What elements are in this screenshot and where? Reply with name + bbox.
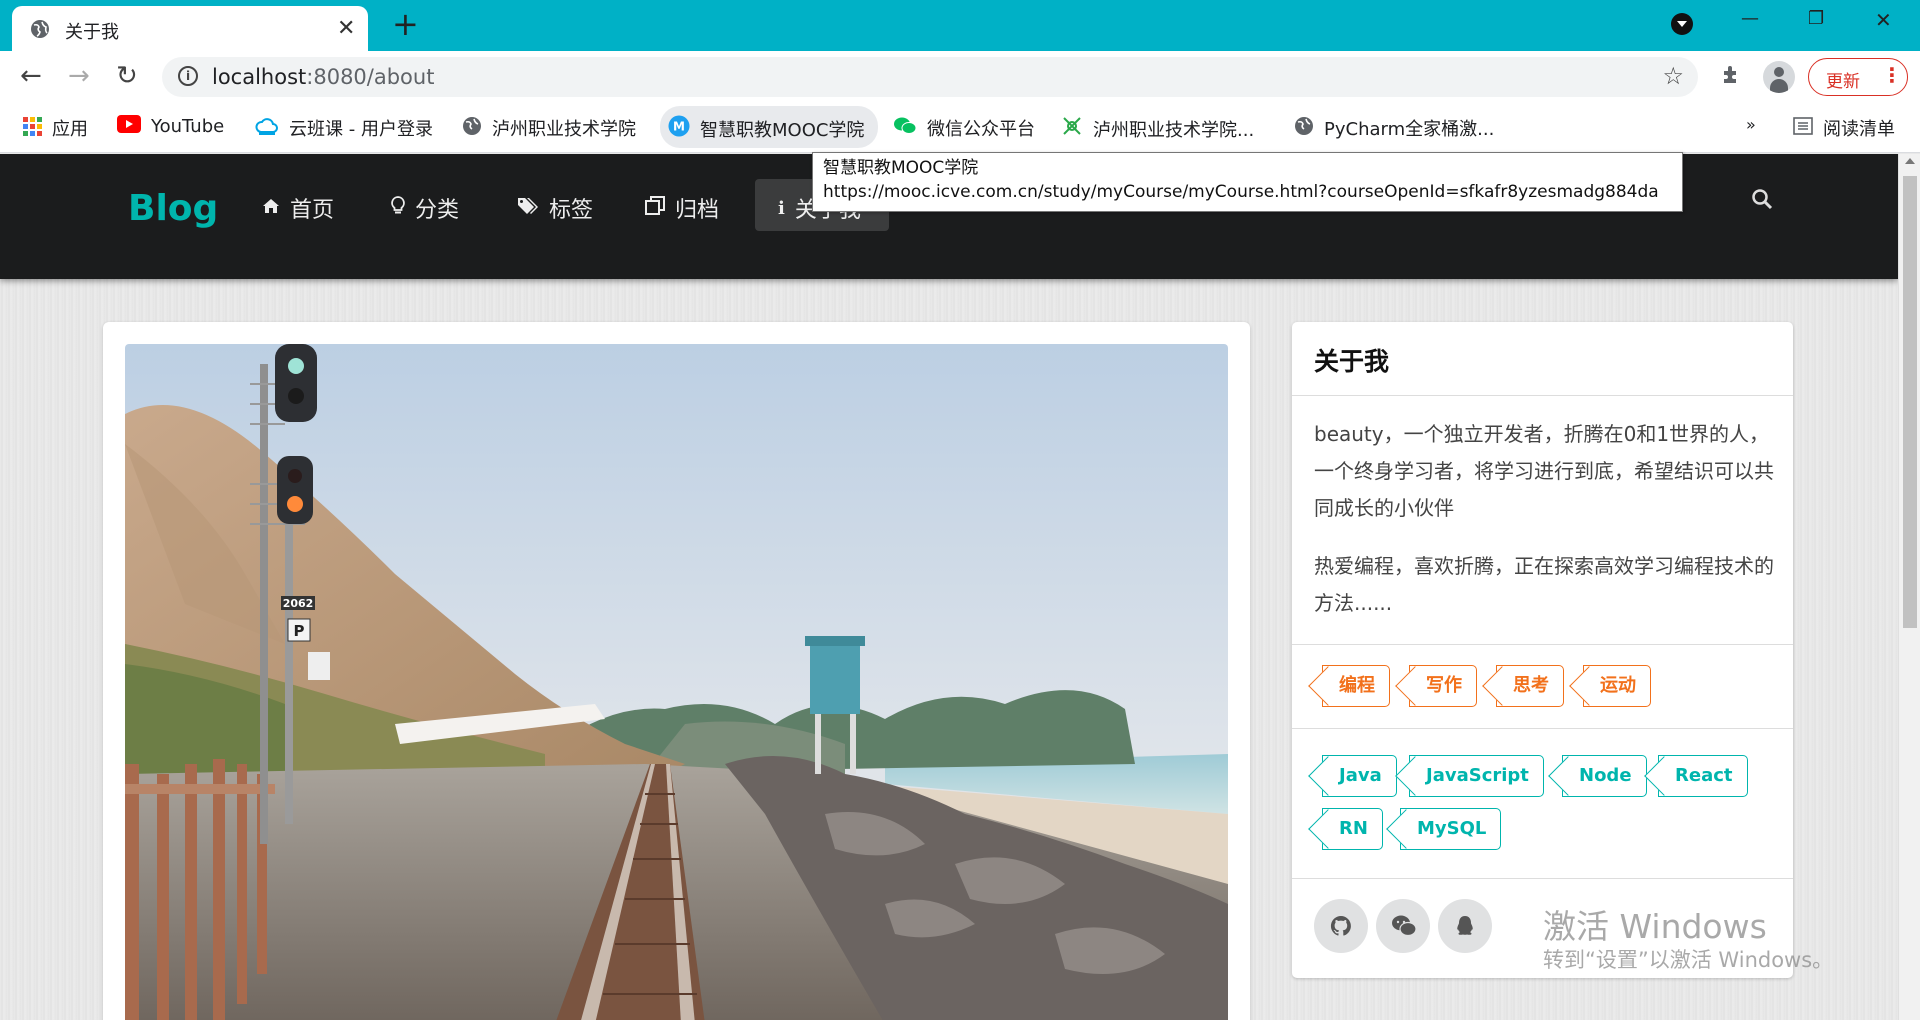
new-tab-icon[interactable]: + <box>392 6 419 42</box>
close-tab-icon[interactable]: ✕ <box>337 16 355 41</box>
about-photo: 2062 P <box>125 344 1228 1020</box>
page-scrollbar[interactable] <box>1898 154 1920 1020</box>
apps-grid-icon <box>22 116 42 141</box>
tag-node[interactable]: Node <box>1562 755 1647 797</box>
tag-thinking[interactable]: 思考 <box>1496 665 1564 707</box>
clone-icon <box>645 195 665 221</box>
svg-text:2062: 2062 <box>283 597 314 610</box>
tag-writing[interactable]: 写作 <box>1409 665 1477 707</box>
menu-kebab-icon: ⋮ <box>1882 63 1902 87</box>
tag-javascript[interactable]: JavaScript <box>1409 755 1544 797</box>
about-title: 关于我 <box>1314 347 1390 376</box>
info-icon: i <box>778 197 785 219</box>
bookmark-tooltip: 智慧职教MOOC学院 https://mooc.icve.com.cn/stud… <box>812 152 1683 212</box>
school-icon <box>1061 115 1083 142</box>
lightbulb-icon <box>391 195 405 221</box>
about-me-card: 关于我 beauty，一个独立开发者，折腾在0和1世界的人，一个终身学习者，将学… <box>1292 322 1793 978</box>
bookmark-apps[interactable]: 应用 <box>22 115 88 141</box>
bookmark-luzhou-college-2[interactable]: 泸州职业技术学院... <box>1061 115 1254 142</box>
tag-mysql[interactable]: MySQL <box>1400 808 1502 850</box>
tooltip-url: https://mooc.icve.com.cn/study/myCourse/… <box>823 182 1659 202</box>
restore-icon[interactable]: ❐ <box>1808 8 1824 29</box>
tag-rn[interactable]: RN <box>1322 808 1383 850</box>
tag-java[interactable]: Java <box>1322 755 1397 797</box>
browser-tab[interactable]: 关于我 ✕ <box>12 6 368 51</box>
profile-avatar[interactable] <box>1763 61 1795 93</box>
tags-icon <box>517 197 539 220</box>
site-logo[interactable]: Blog <box>128 188 218 229</box>
qq-icon[interactable] <box>1438 899 1492 953</box>
forward-icon[interactable]: → <box>68 61 90 91</box>
about-image-card: 2062 P <box>103 322 1250 1020</box>
nav-categories[interactable]: 分类 <box>391 192 459 224</box>
svg-text:M: M <box>673 120 685 134</box>
bookmark-pycharm[interactable]: PyCharm全家桶激... <box>1294 115 1494 141</box>
minimize-icon[interactable]: — <box>1741 8 1759 29</box>
reading-list-icon <box>1793 116 1813 140</box>
globe-icon <box>1294 116 1314 141</box>
tab-search-icon[interactable] <box>1671 13 1693 35</box>
cloud-class-icon <box>255 116 279 141</box>
bookmarks-bar: 应用 YouTube 云班课 - 用户登录 泸州职业技术学院 M 智慧职教MOO… <box>0 103 1920 153</box>
bookmark-luzhou-college[interactable]: 泸州职业技术学院 <box>462 115 636 141</box>
about-paragraph-2: 热爱编程，喜欢折腾，正在探索高效学习编程技术的方法...... <box>1314 554 1774 615</box>
site-info-icon[interactable]: i <box>178 66 198 86</box>
reload-icon[interactable]: ↻ <box>116 61 138 91</box>
browser-toolbar: ← → ↻ i localhost:8080/about ☆ 更新 ⋮ <box>0 51 1920 103</box>
url-text[interactable]: localhost:8080/about <box>212 65 434 89</box>
about-paragraph-1: beauty，一个独立开发者，折腾在0和1世界的人，一个终身学习者，将学习进行到… <box>1314 422 1774 520</box>
browser-tab-strip: 关于我 ✕ + — ❐ ✕ <box>0 0 1920 51</box>
bookmark-cloud-class[interactable]: 云班课 - 用户登录 <box>255 115 433 141</box>
scroll-up-icon[interactable] <box>1905 158 1915 164</box>
more-bookmarks-icon[interactable]: » <box>1746 115 1756 134</box>
search-icon[interactable] <box>1751 188 1773 216</box>
address-bar[interactable]: i localhost:8080/about ☆ <box>162 57 1698 97</box>
scrollbar-thumb[interactable] <box>1903 176 1917 628</box>
update-button[interactable]: 更新 ⋮ <box>1808 58 1908 96</box>
interest-tags-section: 编程 写作 思考 运动 <box>1292 644 1793 728</box>
bookmark-wechat-platform[interactable]: 微信公众平台 <box>893 115 1035 141</box>
globe-icon <box>31 20 49 38</box>
wechat-icon[interactable] <box>1376 899 1430 953</box>
home-icon <box>262 198 280 219</box>
youtube-icon <box>117 115 141 138</box>
tag-programming[interactable]: 编程 <box>1322 665 1390 707</box>
tech-tags-section: Java JavaScript Node React RN MySQL <box>1292 728 1793 878</box>
windows-activation-hint: 转到“设置”以激活 Windows。 <box>1543 948 1834 972</box>
bookmark-mooc[interactable]: M 智慧职教MOOC学院 <box>668 115 864 142</box>
tag-react[interactable]: React <box>1658 755 1748 797</box>
bookmark-star-icon[interactable]: ☆ <box>1662 62 1684 90</box>
bookmark-youtube[interactable]: YouTube <box>117 115 224 138</box>
mooc-icon: M <box>668 115 690 142</box>
page-viewport: Blog 首页 分类 标签 归档 i关于我 Search.... <box>0 154 1920 1020</box>
svg-text:P: P <box>294 622 305 640</box>
nav-home[interactable]: 首页 <box>262 192 334 224</box>
windows-activation-watermark: 激活 Windows <box>1543 907 1767 946</box>
github-icon[interactable] <box>1314 899 1368 953</box>
reading-list[interactable]: 阅读清单 <box>1793 115 1895 141</box>
nav-tags[interactable]: 标签 <box>517 192 593 224</box>
wechat-icon <box>893 116 917 141</box>
back-icon[interactable]: ← <box>20 61 42 91</box>
extensions-puzzle-icon[interactable] <box>1720 63 1744 93</box>
window-close-icon[interactable]: ✕ <box>1875 8 1892 32</box>
tag-sports[interactable]: 运动 <box>1583 665 1651 707</box>
about-intro-section: beauty，一个独立开发者，折腾在0和1世界的人，一个终身学习者，将学习进行到… <box>1292 395 1793 660</box>
globe-icon <box>462 116 482 141</box>
tooltip-title: 智慧职教MOOC学院 <box>823 158 979 178</box>
tab-title: 关于我 <box>65 22 119 43</box>
nav-archive[interactable]: 归档 <box>645 192 719 224</box>
